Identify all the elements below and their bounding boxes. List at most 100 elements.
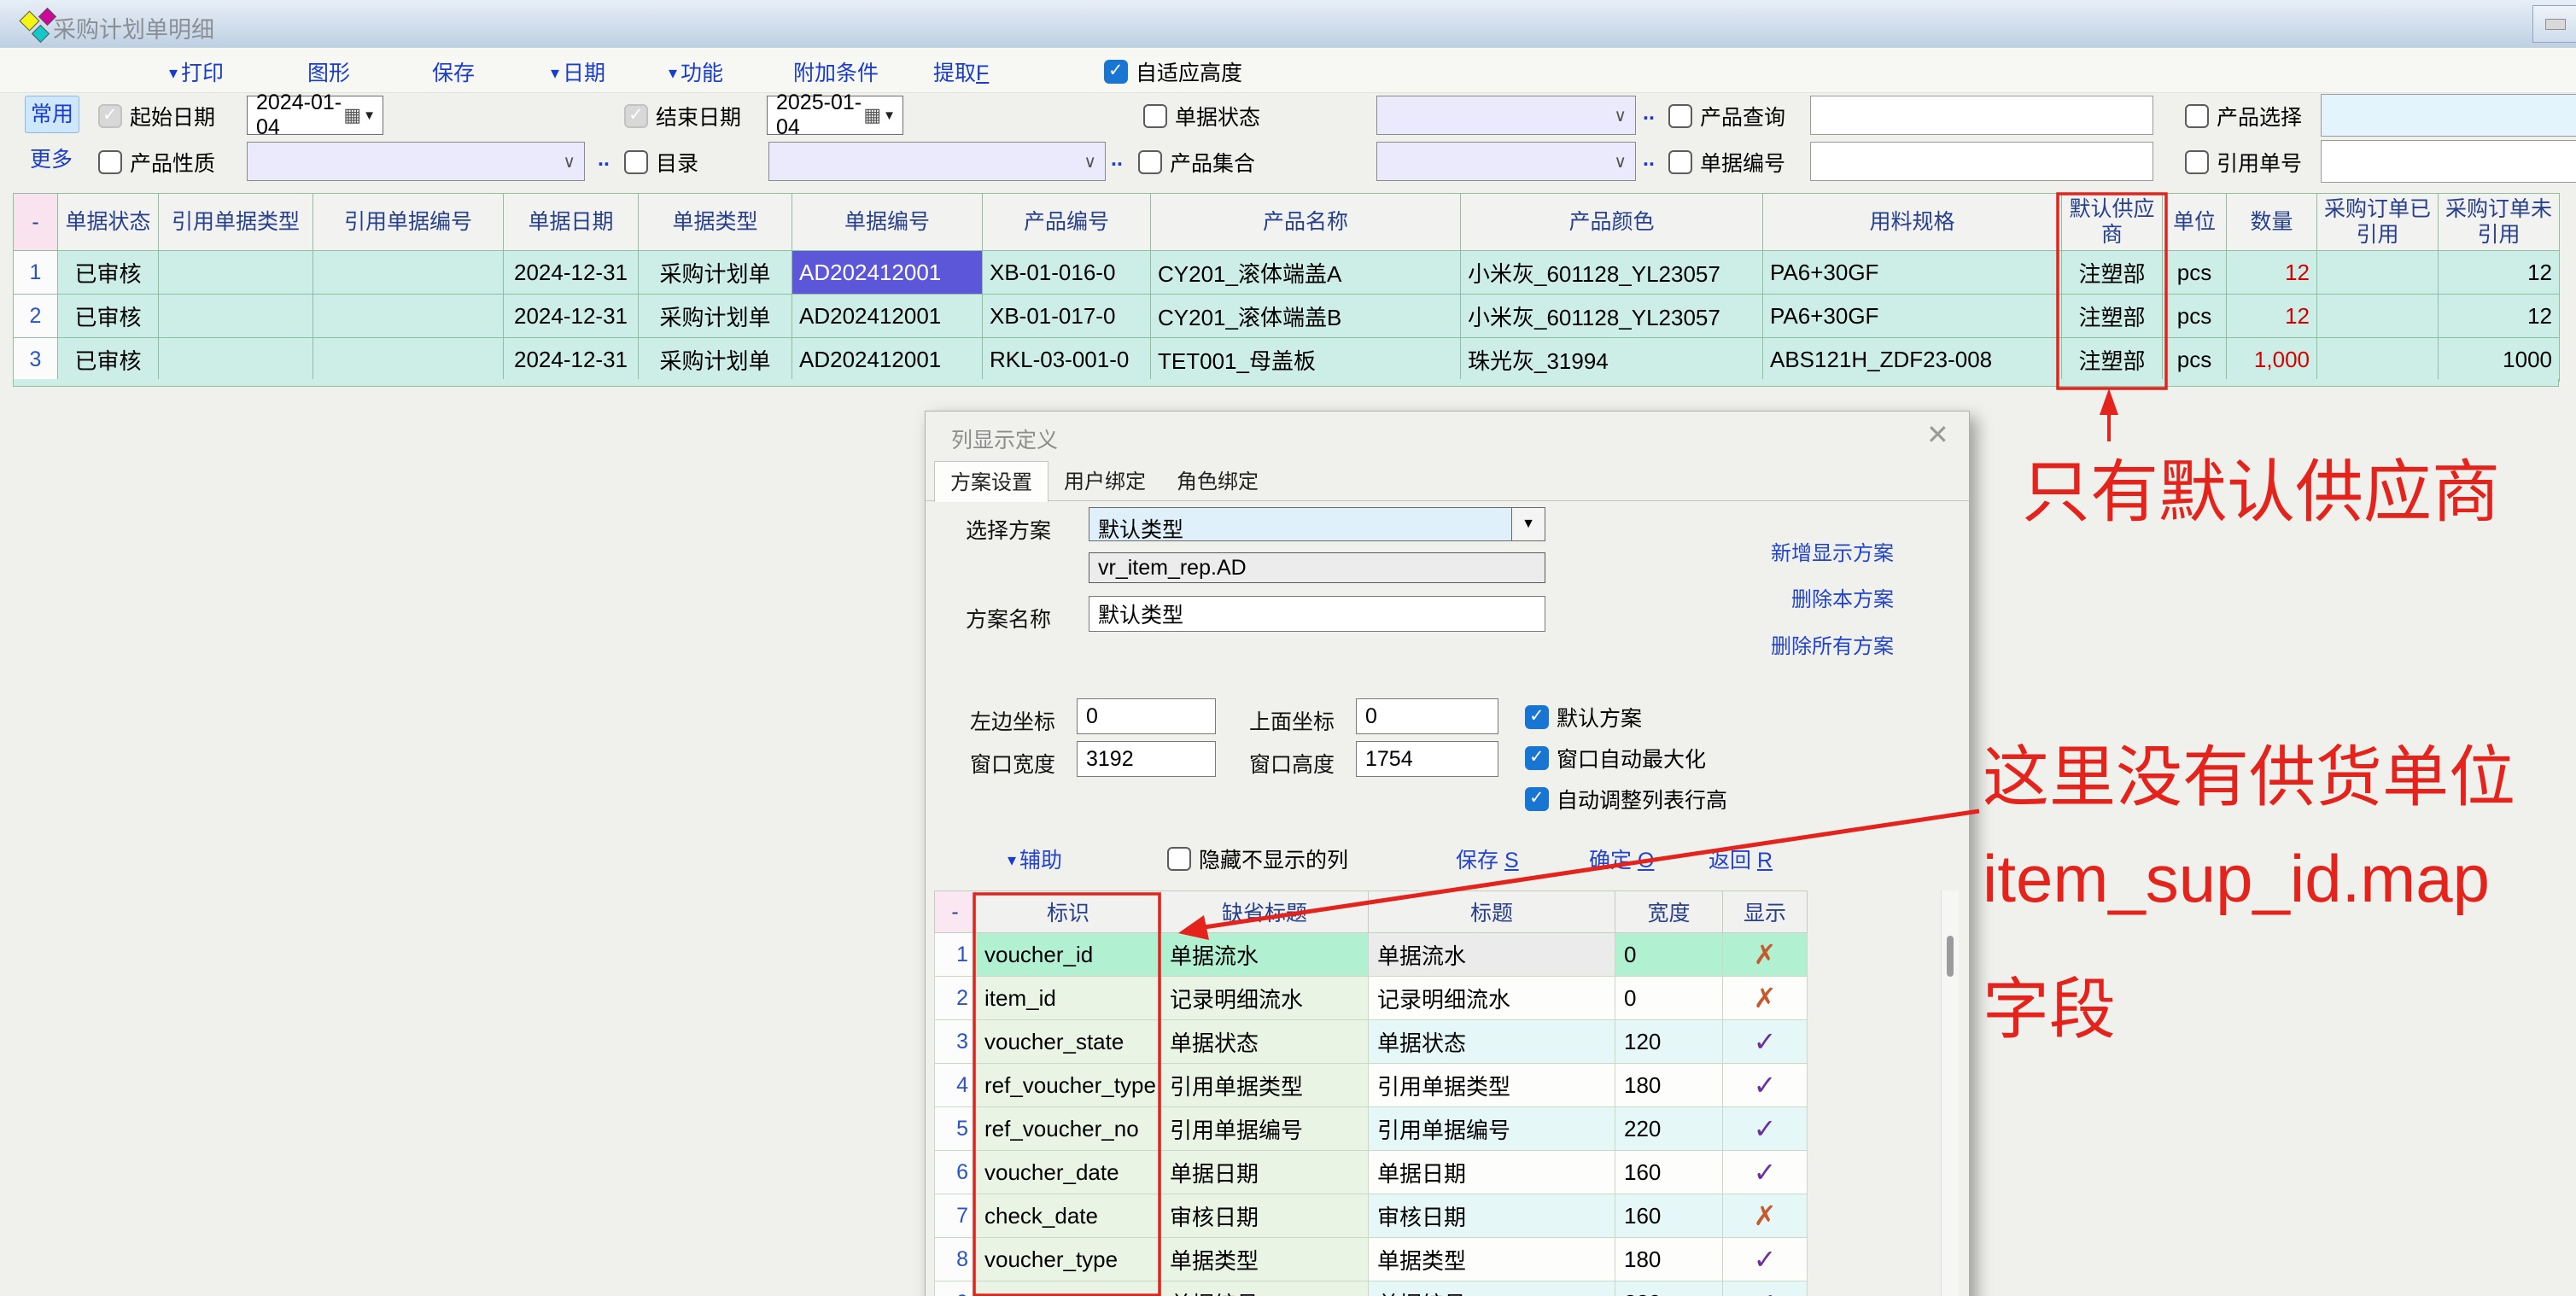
col-header[interactable]: 显示 [1723,891,1808,933]
col-header[interactable]: 宽度 [1615,891,1723,933]
scrollbar-thumb[interactable] [1947,936,1954,977]
cell[interactable]: 单据编号 [1161,1281,1369,1296]
cell[interactable]: pcs [2163,295,2227,338]
ref-voucher-checkbox[interactable]: 引用单号 [2185,147,2302,178]
ellipsis-button[interactable]: .. [1643,101,1655,126]
cell[interactable]: voucher_id [976,933,1161,977]
checkbox-icon[interactable] [1167,847,1191,871]
chevron-down-icon[interactable]: ∨ [1614,151,1627,172]
directory-combo[interactable]: ∨ [768,142,1106,181]
cell[interactable]: 12 [2227,251,2317,295]
checkbox-icon[interactable] [1525,746,1549,770]
cell[interactable]: ✗ [1723,977,1808,1020]
cell[interactable]: PA6+30GF [1763,251,2062,295]
end-date-checkbox[interactable]: 结束日期 [624,101,741,131]
row-number[interactable]: 5 [935,1107,976,1151]
extra-condition-button[interactable]: 附加条件 [793,56,879,87]
col-header[interactable]: 产品颜色 [1461,194,1763,251]
add-scheme-link[interactable]: 新增显示方案 [1771,536,1894,566]
date-button[interactable]: ▾日期 [551,56,605,87]
col-header[interactable]: 单据类型 [639,194,792,251]
cell[interactable]: ✓ [1723,1151,1808,1194]
cell[interactable]: 注塑部 [2062,251,2163,295]
tab-common[interactable]: 常用 [25,96,79,133]
cell[interactable]: CY201_滚体端盖A [1151,251,1461,295]
cell[interactable]: XB-01-016-0 [983,251,1151,295]
window-width-input[interactable]: 3192 [1077,741,1216,777]
cell[interactable]: 小米灰_601128_YL23057 [1461,295,1763,338]
cell[interactable]: 180 [1615,1064,1723,1107]
col-header[interactable]: 单据状态 [58,194,159,251]
cell[interactable]: XB-01-017-0 [983,295,1151,338]
cell[interactable]: 注塑部 [2062,338,2163,382]
adaptive-height-checkbox[interactable]: 自适应高度 [1104,56,1242,87]
cell[interactable]: 1000 [2439,338,2560,382]
cell[interactable]: voucher_no [976,1281,1161,1296]
window-control-button[interactable] [2532,5,2576,43]
dropdown-arrow-icon[interactable]: ▼ [883,108,896,123]
cell[interactable]: pcs [2163,338,2227,382]
col-header[interactable]: - [14,194,58,251]
checkbox-icon[interactable] [1104,60,1128,84]
voucher-state-combo[interactable]: ∨ [1376,96,1636,135]
cell[interactable]: CY201_滚体端盖B [1151,295,1461,338]
tab-more[interactable]: 更多 [25,142,78,178]
cell[interactable]: 已审核 [58,338,159,382]
row-number[interactable]: 9 [935,1281,976,1296]
cell[interactable]: voucher_state [976,1020,1161,1064]
cell[interactable]: 单据日期 [1369,1151,1615,1194]
cell[interactable]: ✓ [1723,1107,1808,1151]
cell[interactable]: 小米灰_601128_YL23057 [1461,251,1763,295]
cell[interactable]: 采购计划单 [639,338,792,382]
cell[interactable] [2317,338,2439,382]
hide-columns-checkbox[interactable]: 隐藏不显示的列 [1167,844,1348,874]
product-query-input[interactable] [1810,96,2153,135]
cell[interactable]: ref_voucher_type [976,1064,1161,1107]
ref-voucher-input[interactable] [2321,140,2576,183]
selected-cell[interactable]: AD202412001 [792,251,983,295]
delete-scheme-link[interactable]: 删除本方案 [1791,582,1894,612]
cell[interactable]: ✓ [1723,1281,1808,1296]
cell[interactable]: ✓ [1723,1064,1808,1107]
cell[interactable]: 引用单据编号 [1369,1107,1615,1151]
col-header[interactable]: 标题 [1369,891,1615,933]
col-header[interactable]: 默认供应商 [2062,194,2163,251]
calendar-icon[interactable]: ▦ [863,104,881,126]
cell[interactable]: 12 [2439,295,2560,338]
cell[interactable]: 2024-12-31 [504,295,639,338]
directory-checkbox[interactable]: 目录 [624,147,698,178]
cell[interactable]: 12 [2227,295,2317,338]
grid-scrollbar[interactable] [1941,890,1959,1296]
cell[interactable]: 单据状态 [1369,1020,1615,1064]
cell[interactable]: 2024-12-31 [504,338,639,382]
col-header[interactable]: - [935,891,976,933]
row-number[interactable]: 2 [935,977,976,1020]
cell[interactable] [159,251,313,295]
checkbox-icon[interactable] [1668,150,1692,174]
checkbox-icon[interactable] [98,104,122,128]
cell[interactable]: PA6+30GF [1763,295,2062,338]
cell[interactable]: 160 [1615,1194,1723,1238]
product-set-checkbox[interactable]: 产品集合 [1138,147,1255,178]
tab-scheme-settings[interactable]: 方案设置 [934,461,1049,502]
calendar-icon[interactable]: ▦ [343,104,361,126]
cell[interactable] [159,295,313,338]
cell[interactable]: check_date [976,1194,1161,1238]
top-coord-input[interactable]: 0 [1356,698,1498,734]
checkbox-icon[interactable] [2185,150,2209,174]
cell[interactable]: TET001_母盖板 [1151,338,1461,382]
cell[interactable]: 1,000 [2227,338,2317,382]
aux-button[interactable]: ▾辅助 [1008,844,1062,874]
voucher-state-checkbox[interactable]: 单据状态 [1143,101,1260,131]
function-button[interactable]: ▾功能 [669,56,723,87]
cell[interactable]: ✗ [1723,1194,1808,1238]
checkbox-icon[interactable] [1143,104,1167,128]
row-number[interactable]: 2 [14,295,58,338]
auto-row-height-checkbox[interactable]: 自动调整列表行高 [1525,784,1727,814]
cell[interactable]: voucher_type [976,1238,1161,1281]
cell[interactable]: 记录明细流水 [1369,977,1615,1020]
col-header[interactable]: 单据编号 [792,194,983,251]
cell[interactable]: 220 [1615,1281,1723,1296]
cell[interactable]: 引用单据类型 [1369,1064,1615,1107]
cell[interactable]: 审核日期 [1161,1194,1369,1238]
